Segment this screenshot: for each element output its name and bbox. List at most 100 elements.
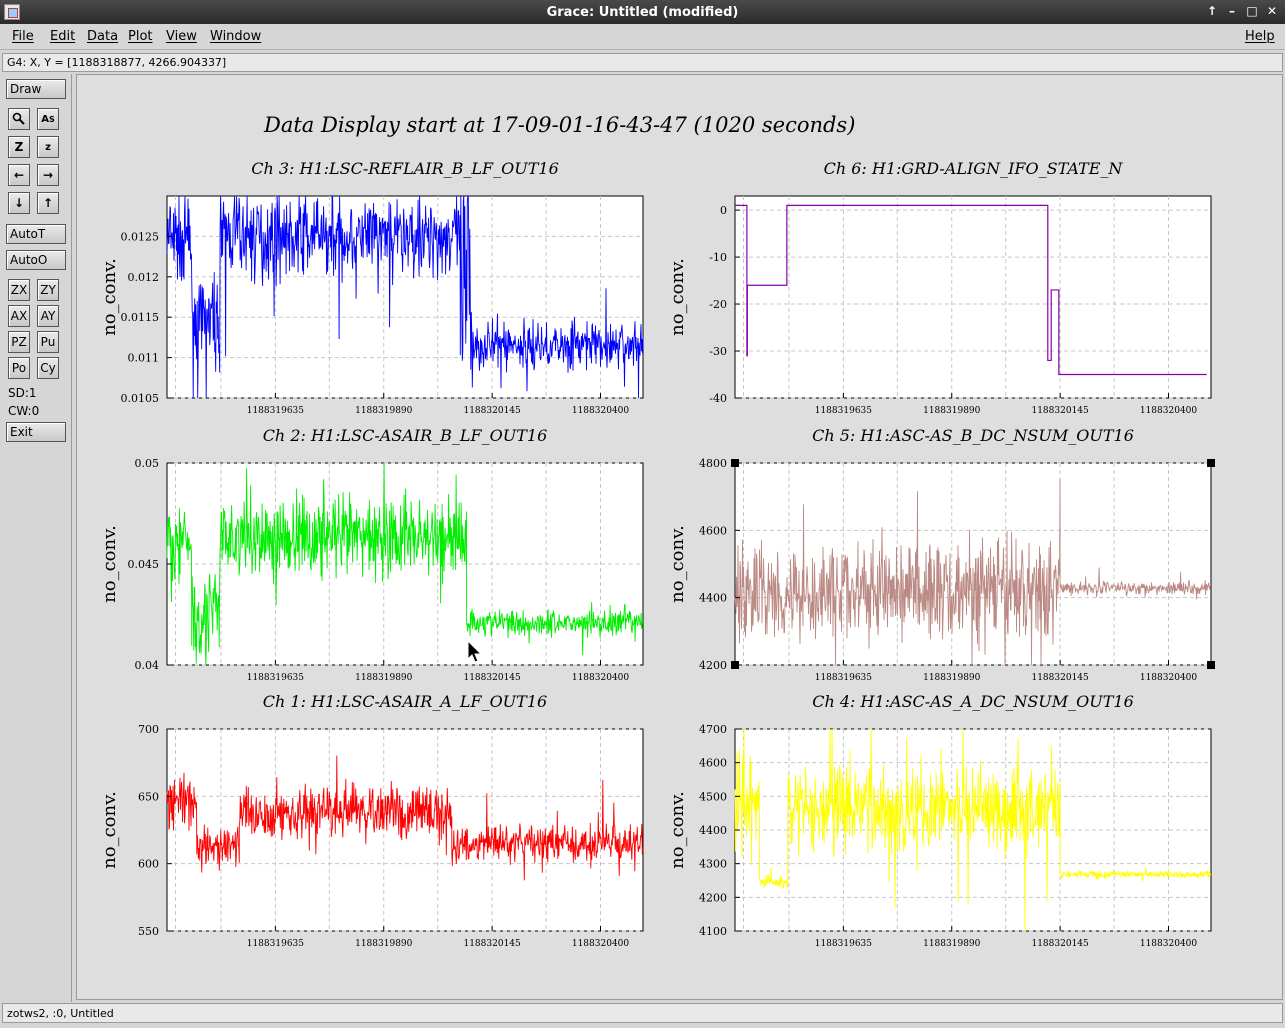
pz-button[interactable]: PZ <box>8 331 30 353</box>
arrow-left-icon[interactable]: ← <box>8 164 30 186</box>
y-tick-label: 0 <box>720 204 727 217</box>
y-axis-label: no_conv. <box>667 258 688 336</box>
x-tick-label: 1188320145 <box>1031 939 1089 949</box>
arrow-right-icon[interactable]: → <box>37 164 59 186</box>
plot-frame <box>166 195 644 399</box>
y-tick-label: -40 <box>709 392 727 405</box>
zoom-z-icon[interactable]: Z <box>8 136 30 158</box>
locator-readout: G4: X, Y = [1188318877, 4266.904337] <box>2 53 1283 72</box>
selection-handle[interactable] <box>731 459 739 467</box>
chart-4: 4200 4400 4600 4800 1188319635 1188319890 1188… <box>667 426 1215 683</box>
menu-edit[interactable]: Edit <box>50 29 75 44</box>
zy-button[interactable]: ZY <box>37 279 59 301</box>
y-tick-label: 0.04 <box>135 659 160 672</box>
plot-title: Data Display start at 17-09-01-16-43-47 … <box>263 113 855 137</box>
selection-handle[interactable] <box>1207 661 1215 669</box>
y-tick-label: 0.012 <box>128 271 160 284</box>
arrow-up-icon[interactable]: ↑ <box>37 192 59 214</box>
y-tick-label: 650 <box>138 790 159 803</box>
menu-window[interactable]: Window <box>210 29 261 44</box>
exit-button[interactable]: Exit <box>6 422 66 442</box>
y-tick-label: 4400 <box>699 824 727 837</box>
x-tick-label: 1188319890 <box>355 406 413 416</box>
x-tick-label: 1188319890 <box>355 939 413 949</box>
ax-button[interactable]: AX <box>8 305 30 327</box>
x-tick-label: 1188319635 <box>247 406 305 416</box>
tool-panel: Draw AS Z z ← → ↓ ↑ AutoT AutoO ZX ZY AX… <box>0 74 72 1002</box>
plot-frame <box>734 462 1212 666</box>
maximize-icon[interactable]: □ <box>1245 3 1259 19</box>
chart-5: 550 600 650 700 1188319635 1188319890 11883201… <box>99 692 644 949</box>
y-axis-label: no_conv. <box>99 791 120 869</box>
x-tick-label: 1188319635 <box>815 406 873 416</box>
chart-title: Ch 6: H1:GRD-ALIGN_IFO_STATE_N <box>824 159 1124 178</box>
y-tick-label: 4600 <box>699 524 727 537</box>
x-tick-label: 1188319890 <box>923 673 981 683</box>
chart-2: -40 -30 -20 -10 0 1188319635 1188319890 1188320… <box>667 159 1212 416</box>
chart-6: 4100 4200 4300 4400 4500 4600 4700 1188319635 11… <box>667 692 1212 949</box>
shrink-z-icon[interactable]: z <box>37 136 59 158</box>
autot-button[interactable]: AutoT <box>6 224 66 244</box>
x-tick-label: 1188320400 <box>1140 406 1198 416</box>
x-tick-label: 1188319890 <box>923 939 981 949</box>
y-tick-label: 700 <box>138 723 159 736</box>
plot-svg: Data Display start at 17-09-01-16-43-47 … <box>99 113 1215 949</box>
chart-title: Ch 1: H1:LSC-ASAIR_A_LF_OUT16 <box>263 692 547 711</box>
draw-button[interactable]: Draw <box>6 79 66 99</box>
selection-handle[interactable] <box>1207 459 1215 467</box>
cy-button[interactable]: Cy <box>37 357 59 379</box>
menu-file[interactable]: File <box>12 29 34 44</box>
x-tick-label: 1188320145 <box>463 673 521 683</box>
chart-title: Ch 2: H1:LSC-ASAIR_B_LF_OUT16 <box>263 426 548 445</box>
y-tick-label: 0.0115 <box>121 311 160 324</box>
x-tick-label: 1188320145 <box>1031 406 1089 416</box>
x-tick-label: 1188319890 <box>355 673 413 683</box>
x-tick-label: 1188320400 <box>1140 939 1198 949</box>
x-tick-label: 1188320145 <box>463 939 521 949</box>
y-tick-label: 0.0105 <box>121 392 160 405</box>
menu-data[interactable]: Data <box>87 29 118 44</box>
y-tick-label: 600 <box>138 858 159 871</box>
window-title: Grace: Untitled (modified) <box>546 4 739 20</box>
y-tick-label: 0.05 <box>135 457 160 470</box>
x-tick-label: 1188320145 <box>463 406 521 416</box>
x-tick-label: 1188319635 <box>247 939 305 949</box>
mouse-cursor <box>467 639 483 667</box>
y-tick-label: 4800 <box>699 457 727 470</box>
y-axis-label: no_conv. <box>99 258 120 336</box>
y-tick-label: 4400 <box>699 592 727 605</box>
raise-icon[interactable]: ↑ <box>1205 3 1219 19</box>
app-icon <box>4 4 20 20</box>
menu-bar: File Edit Data Plot View Window Help <box>0 24 1285 50</box>
zx-button[interactable]: ZX <box>8 279 30 301</box>
chart-title: Ch 3: H1:LSC-REFLAIR_B_LF_OUT16 <box>251 159 559 178</box>
y-tick-label: 0.045 <box>128 558 160 571</box>
y-tick-label: 550 <box>138 925 159 938</box>
pu-button[interactable]: Pu <box>37 331 59 353</box>
y-tick-label: 0.0125 <box>121 230 160 243</box>
autoo-button[interactable]: AutoO <box>6 250 66 270</box>
y-tick-label: 4500 <box>699 790 727 803</box>
menu-help[interactable]: Help <box>1245 29 1275 44</box>
chart-1: 0.0105 0.011 0.0115 0.012 0.0125 1188319635 11… <box>99 159 644 416</box>
ay-button[interactable]: AY <box>37 305 59 327</box>
chart-title: Ch 5: H1:ASC-AS_B_DC_NSUM_OUT16 <box>812 426 1134 445</box>
menu-view[interactable]: View <box>166 29 197 44</box>
plot-canvas[interactable]: Data Display start at 17-09-01-16-43-47 … <box>76 74 1283 1000</box>
selection-handle[interactable] <box>731 661 739 669</box>
x-tick-label: 1188320400 <box>1140 673 1198 683</box>
text-size-icon[interactable]: AS <box>37 108 59 130</box>
close-icon[interactable]: ✕ <box>1265 3 1279 19</box>
x-tick-label: 1188319635 <box>815 673 873 683</box>
zoom-icon[interactable] <box>8 108 30 130</box>
y-tick-label: 4200 <box>699 659 727 672</box>
minimize-icon[interactable]: – <box>1225 3 1239 19</box>
plot-frame <box>166 728 644 932</box>
po-button[interactable]: Po <box>8 357 30 379</box>
x-tick-label: 1188319890 <box>923 406 981 416</box>
y-axis-label: no_conv. <box>667 525 688 603</box>
menu-plot[interactable]: Plot <box>128 29 153 44</box>
x-tick-label: 1188319635 <box>247 673 305 683</box>
y-tick-label: -30 <box>709 345 727 358</box>
arrow-down-icon[interactable]: ↓ <box>8 192 30 214</box>
